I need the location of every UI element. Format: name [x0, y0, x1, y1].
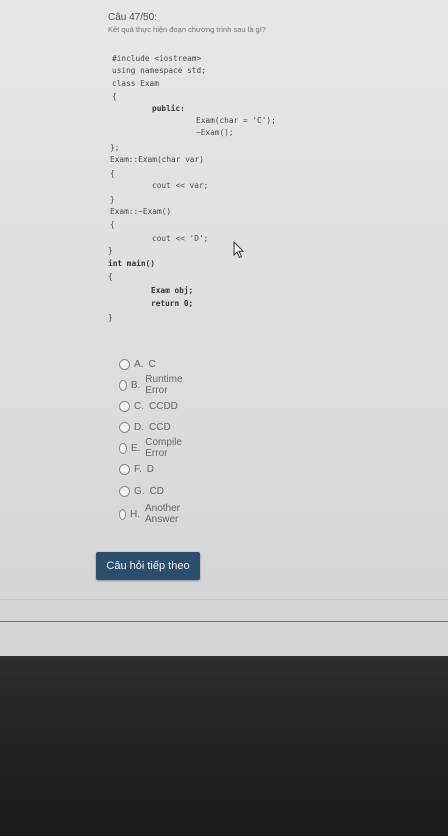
- option-label: Runtime Error: [145, 374, 183, 396]
- option-label: D: [146, 463, 155, 475]
- option-d[interactable]: D. CCD: [119, 419, 171, 435]
- option-letter: A.: [134, 358, 144, 370]
- radio-button[interactable]: [119, 442, 127, 454]
- option-label: CCD: [149, 421, 171, 433]
- code-line: {: [112, 92, 117, 101]
- option-g[interactable]: G. CD: [119, 483, 164, 499]
- option-c[interactable]: C. CCDD: [119, 398, 178, 414]
- option-letter: C.: [134, 400, 144, 412]
- option-e[interactable]: E. Compile Error: [119, 437, 185, 459]
- option-letter: E.: [130, 442, 141, 454]
- option-label: CCDD: [149, 400, 178, 412]
- radio-button[interactable]: [119, 463, 130, 475]
- option-h[interactable]: H. Another Answer: [119, 503, 184, 525]
- option-label: C: [148, 358, 156, 370]
- code-line: #include <iostream>: [112, 54, 202, 63]
- option-label: Another Answer: [144, 503, 181, 525]
- option-a[interactable]: A. C: [119, 356, 156, 372]
- option-b[interactable]: B. Runtime Error: [119, 374, 186, 396]
- option-letter: B.: [130, 379, 141, 391]
- mouse-cursor-icon: [233, 241, 245, 259]
- code-line: }: [108, 313, 113, 322]
- radio-button[interactable]: [119, 400, 130, 412]
- radio-button[interactable]: [119, 421, 130, 433]
- radio-button[interactable]: [119, 358, 130, 370]
- code-line: }: [108, 246, 113, 255]
- code-line: return 0;: [151, 299, 194, 308]
- code-line: cout << var;: [152, 181, 209, 190]
- code-line: {: [110, 169, 115, 178]
- monitor-bezel: [0, 656, 448, 836]
- next-question-button[interactable]: Câu hỏi tiếp theo: [96, 552, 200, 580]
- radio-button[interactable]: [119, 508, 126, 520]
- code-line: {: [110, 220, 115, 229]
- radio-button[interactable]: [119, 485, 130, 497]
- accent-divider: [0, 621, 448, 622]
- question-number: Câu 47/50:: [108, 12, 157, 23]
- screen-area: Câu 47/50: Kết quả thực hiện đoạn chương…: [0, 0, 448, 656]
- option-letter: F.: [134, 463, 142, 475]
- code-line: int main(): [108, 259, 155, 268]
- code-line: public:: [152, 104, 185, 113]
- divider: [0, 599, 448, 600]
- code-line: ~Exam();: [196, 128, 234, 137]
- code-line: Exam::Exam(char var): [110, 155, 204, 164]
- radio-button[interactable]: [119, 379, 127, 391]
- code-line: using namespace std;: [112, 66, 206, 75]
- option-f[interactable]: F. D: [119, 461, 154, 477]
- code-line: {: [108, 272, 113, 281]
- option-label: Compile Error: [145, 437, 182, 459]
- code-line: Exam::~Exam(): [110, 207, 172, 216]
- code-line: };: [110, 143, 120, 152]
- option-letter: G.: [134, 485, 145, 497]
- code-line: cout << 'D';: [152, 234, 209, 243]
- option-letter: D.: [134, 421, 144, 433]
- code-line: }: [110, 195, 115, 204]
- code-line: Exam obj;: [151, 286, 194, 295]
- question-prompt: Kết quả thực hiện đoạn chương trình sau …: [108, 25, 266, 34]
- code-line: Exam(char = 'C');: [196, 116, 276, 125]
- option-letter: H.: [129, 508, 140, 520]
- code-line: class Exam: [112, 79, 159, 88]
- option-label: CD: [149, 485, 165, 497]
